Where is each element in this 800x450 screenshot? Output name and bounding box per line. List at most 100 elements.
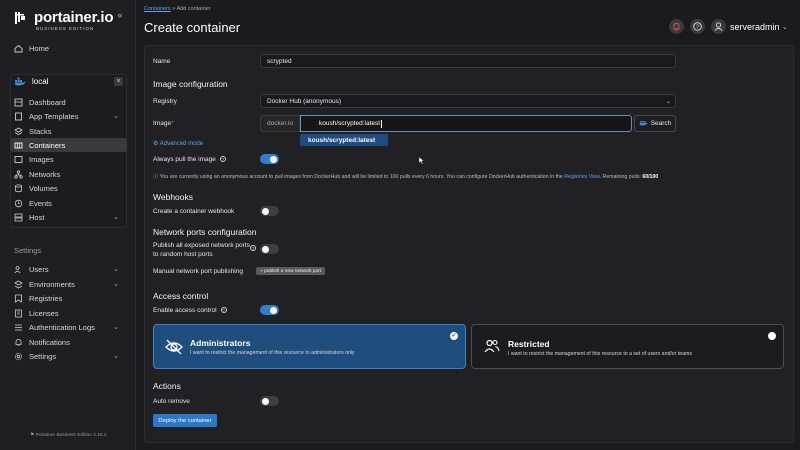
image-value: koush/scrypted:latest — [319, 120, 381, 127]
breadcrumb-current: > Add container — [172, 6, 211, 12]
image-registry-prefix: docker.io — [260, 115, 300, 132]
breadcrumb-containers-link[interactable]: Containers — [144, 6, 171, 12]
info-text: You are currently using an anonymous acc… — [159, 174, 563, 180]
sidebar-item-images[interactable]: Images — [10, 152, 127, 166]
toggle-knob — [262, 245, 269, 253]
always-pull-text: Always pull the image — [153, 156, 216, 163]
sidebar-item-label: Host — [29, 212, 45, 222]
chevron-down-icon: ⌄ — [113, 113, 119, 120]
image-label: Image* — [153, 120, 174, 127]
chevron-down-icon: ⌄ — [113, 214, 119, 221]
help-icon[interactable]: ? — [250, 245, 256, 252]
auto-remove-label: Auto remove — [153, 398, 190, 405]
enable-access-text: Enable access control — [153, 307, 217, 314]
chevron-down-icon: ⌄ — [113, 281, 119, 288]
chevron-down-icon: ⌄ — [113, 266, 119, 273]
environments-icon — [14, 280, 23, 289]
sidebar-item-dashboard[interactable]: Dashboard — [10, 95, 127, 109]
sidebar-item-authentication-logs[interactable]: Authentication Logs ⌄ — [10, 320, 127, 334]
user-menu-name[interactable]: serveradmin — [730, 22, 780, 32]
sidebar-item-home[interactable]: Home — [10, 41, 127, 55]
network-ports-heading: Network ports configuration — [153, 227, 257, 237]
sidebar-item-settings[interactable]: Settings ⌄ — [10, 349, 127, 363]
image-configuration-heading: Image configuration — [153, 79, 228, 89]
chevron-down-icon[interactable]: ⌄ — [782, 23, 788, 31]
registries-icon — [14, 294, 23, 303]
webhook-toggle[interactable] — [260, 206, 279, 216]
image-suggestion-item[interactable]: koush/scrypted:latest — [300, 134, 388, 146]
registry-select[interactable]: Docker Hub (anonymous) ⌄ — [260, 94, 676, 108]
registry-label: Registry — [153, 98, 177, 105]
publish-all-line-1: Publish all exposed network ports — [153, 242, 250, 249]
sidebar-item-label: App Templates — [29, 111, 79, 121]
search-button-label: Search — [650, 120, 672, 127]
always-pull-toggle[interactable] — [260, 154, 279, 164]
help-icon[interactable]: ? — [220, 307, 227, 314]
version-footer: ⚑ Portainer Business Edition 2.18.2 — [30, 433, 107, 438]
administrators-title: Administrators — [190, 338, 251, 348]
administrators-option-card[interactable]: Administrators I want to restrict the ma… — [153, 324, 466, 369]
sidebar-item-networks[interactable]: Networks — [10, 167, 127, 181]
settings-section-label: Settings — [14, 246, 42, 255]
sidebar-item-events[interactable]: Events — [10, 196, 127, 210]
brand-name: portainer.io — [34, 9, 114, 26]
toggle-knob — [262, 207, 269, 215]
toggle-knob — [270, 155, 277, 163]
help-icon[interactable]: ? — [219, 156, 226, 163]
dockerhub-rate-limit-info: ⓘ You are currently using an anonymous a… — [153, 173, 773, 180]
advanced-mode-link[interactable]: ⚙ Advanced mode — [153, 140, 203, 147]
sidebar-item-registries[interactable]: Registries — [10, 291, 127, 305]
portainer-small-icon: ⚑ — [30, 433, 35, 438]
publish-all-ports-toggle[interactable] — [260, 244, 279, 254]
sidebar-item-label: Authentication Logs — [29, 322, 95, 332]
name-value: scrypted — [267, 57, 292, 65]
publish-new-port-button[interactable]: + publish a new network port — [256, 267, 326, 275]
close-environment-icon[interactable]: × — [114, 77, 123, 86]
sidebar-item-users[interactable]: Users ⌄ — [10, 262, 127, 276]
registry-value: Docker Hub (anonymous) — [267, 97, 342, 105]
registries-view-link[interactable]: Registries View — [564, 174, 599, 180]
deploy-container-button[interactable]: Deploy the container — [153, 414, 217, 427]
sidebar-item-label: Home — [29, 43, 50, 53]
toggle-knob — [270, 306, 277, 314]
webhooks-heading: Webhooks — [153, 192, 194, 202]
sidebar-item-notifications[interactable]: Notifications — [10, 335, 127, 349]
sidebar-item-volumes[interactable]: Volumes — [10, 181, 127, 195]
administrators-description: I want to restrict the management of thi… — [190, 350, 355, 356]
sidebar-item-environments[interactable]: Environments ⌄ — [10, 277, 127, 291]
user-avatar-icon[interactable] — [711, 19, 726, 34]
webhook-label: Create a container webhook — [153, 208, 235, 215]
restricted-option-card[interactable]: Restricted I want to restrict the manage… — [471, 324, 784, 369]
collapse-sidebar-icon[interactable]: « — [114, 9, 126, 21]
brand-edition: BUSINESS EDITION — [36, 26, 95, 31]
chevron-down-icon: ⌄ — [113, 324, 119, 331]
sidebar-item-host[interactable]: Host ⌄ — [10, 210, 127, 224]
enable-access-control-toggle[interactable] — [260, 305, 279, 315]
logs-icon — [14, 323, 23, 332]
help-icon[interactable]: ? — [690, 19, 705, 34]
sidebar-item-containers[interactable]: Containers — [10, 138, 127, 152]
name-input[interactable]: scrypted — [260, 54, 676, 68]
image-input[interactable]: koush/scrypted:latest — [300, 115, 632, 132]
portainer-logo[interactable]: portainer.io — [12, 9, 113, 26]
auto-remove-toggle[interactable] — [260, 396, 279, 406]
version-text: Portainer Business Edition 2.18.2 — [35, 433, 107, 438]
toggle-knob — [262, 397, 269, 405]
sidebar-item-stacks[interactable]: Stacks — [10, 124, 127, 138]
eye-off-icon — [164, 337, 184, 362]
radio-unselected-icon[interactable] — [768, 332, 776, 340]
search-image-button[interactable]: Search — [634, 115, 676, 132]
dashboard-icon — [14, 98, 23, 107]
advanced-mode-label: Advanced mode — [159, 141, 204, 147]
sidebar-item-app-templates[interactable]: App Templates ⌄ — [10, 109, 127, 123]
sidebar-item-licenses[interactable]: Licenses — [10, 306, 127, 320]
enable-access-control-label: Enable access control? — [153, 307, 227, 314]
notifications-bell-icon[interactable] — [669, 19, 684, 34]
environment-header[interactable]: local — [10, 74, 127, 89]
publish-all-ports-label: Publish all exposed network ports to ran… — [153, 242, 250, 259]
sidebar-item-label: Events — [29, 198, 52, 208]
publish-all-line-2: to random host ports — [153, 250, 213, 258]
home-icon — [14, 44, 23, 53]
sidebar-item-label: Settings — [29, 351, 57, 361]
events-icon — [14, 199, 23, 208]
